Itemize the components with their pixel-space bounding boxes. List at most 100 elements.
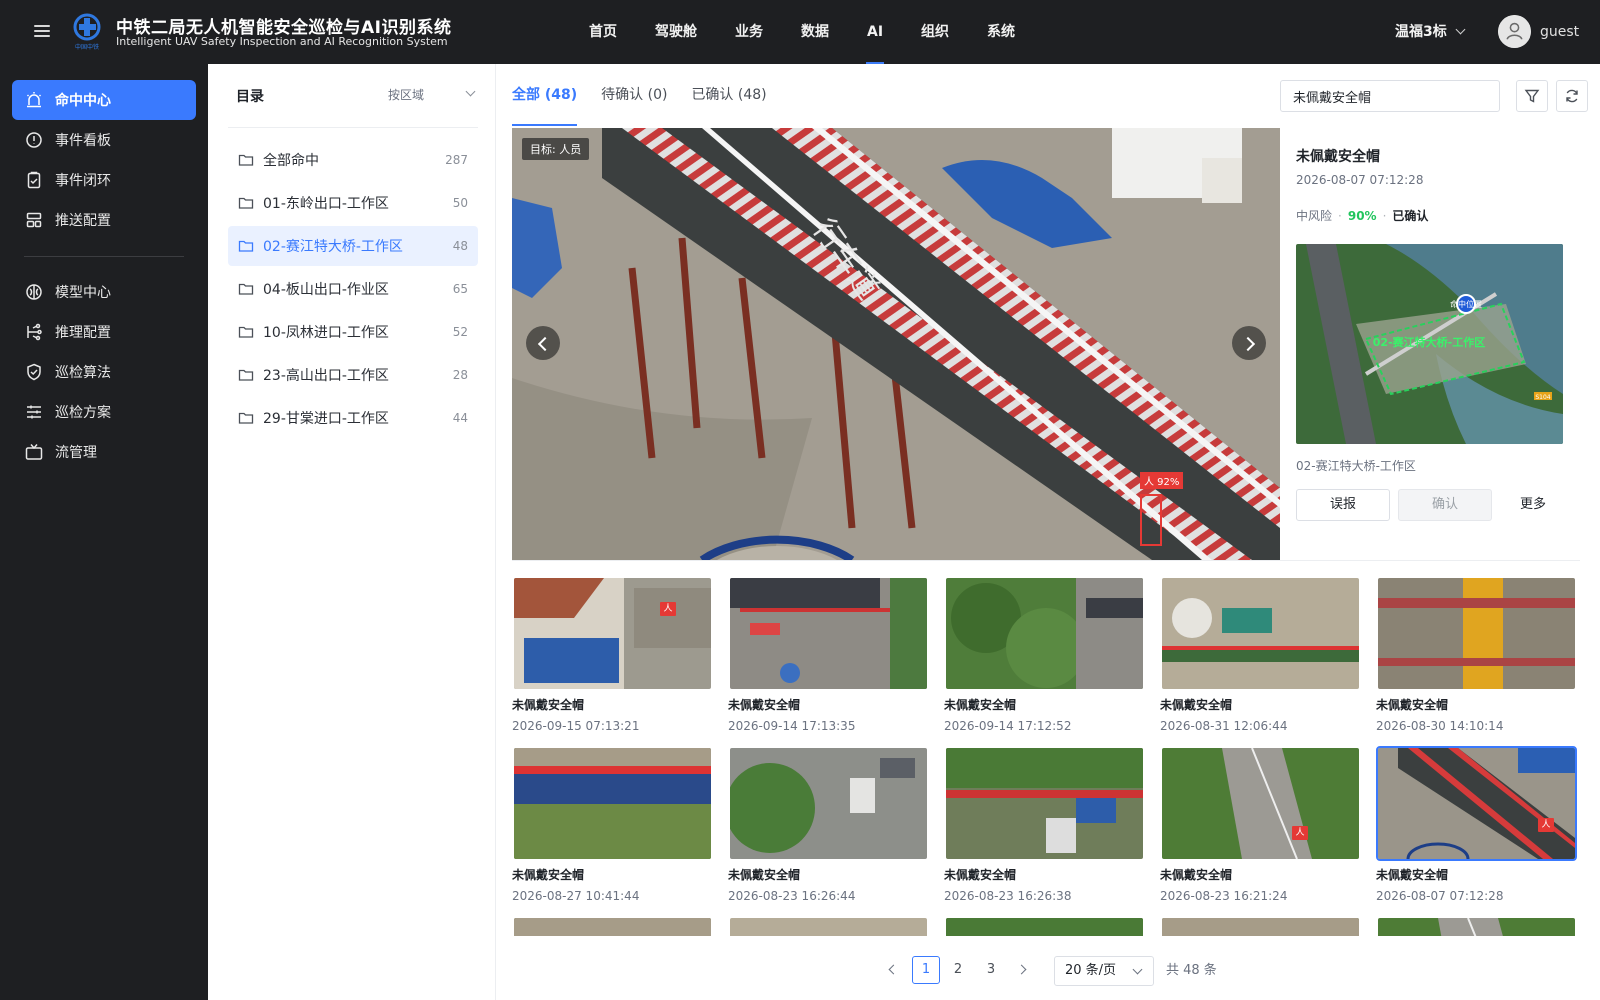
detail-title: 未佩戴安全帽 [1296,149,1380,165]
thumbnail-card[interactable]: 未佩戴安全帽 2026-08-27 10:41:44 [512,748,712,903]
thumbnail-card[interactable]: 未佩戴安全帽 2026-09-14 17:13:35 [728,578,928,733]
person-detection-icon: 人 [1538,818,1554,832]
thumbnail-image [1162,918,1359,936]
nav-cockpit[interactable]: 驾驶舱 [636,0,716,64]
thumbnail-image: 人 [1376,746,1577,861]
thumbnail-image: 人 [514,578,711,689]
directory-item[interactable]: 04-板山出口-作业区 65 [228,269,478,309]
thumbnail-time: 2026-08-07 07:12:28 [1376,889,1504,903]
next-page-icon[interactable] [1016,964,1027,975]
thumbnail-card[interactable] [944,918,1144,936]
detection-box[interactable] [1140,494,1162,546]
page-1[interactable]: 1 [912,956,940,984]
thumbnail-title: 未佩戴安全帽 [1376,698,1449,712]
thumbnail-card[interactable]: 未佩戴安全帽 2026-09-14 17:12:52 [944,578,1144,733]
more-button[interactable]: 更多 [1520,489,1546,521]
thumbnail-title: 未佩戴安全帽 [512,698,585,712]
refresh-button[interactable] [1556,80,1588,112]
thumbnail-time: 2026-08-23 16:26:44 [728,889,856,903]
page-size-select[interactable]: 20 条/页 [1054,956,1154,986]
directory-item-label: 29-甘棠进口-工作区 [263,411,389,427]
thumbnail-title: 未佩戴安全帽 [944,698,1017,712]
sidebar-item-label: 流管理 [55,445,97,461]
thumbnail-time: 2026-08-31 12:06:44 [1160,719,1288,733]
nav-data[interactable]: 数据 [782,0,848,64]
sidebar-item-model-center[interactable]: 模型中心 [12,272,196,312]
thumbnail-grid: 人未佩戴安全帽 2026-09-15 07:13:21 未佩戴安全帽 2026-09-… [512,578,1580,936]
map-marker-label: 命中位置 [1450,299,1482,309]
menu-toggle-icon[interactable] [32,22,52,42]
sidebar-item-label: 事件看板 [55,133,111,149]
next-image-button[interactable] [1232,326,1266,360]
thumbnail-title: 未佩戴安全帽 [944,868,1017,882]
nav-home[interactable]: 首页 [570,0,636,64]
sidebar-item-event-loop[interactable]: 事件闭环 [12,160,196,200]
search-input[interactable] [1280,80,1500,112]
sidebar-item-inspection-plan[interactable]: 巡检方案 [12,392,196,432]
thumbnail-card[interactable] [1376,918,1576,936]
directory-divider [228,127,478,128]
chevron-down-icon [1132,964,1143,975]
directory-item-label: 02-赛江特大桥-工作区 [263,239,403,255]
directory-item[interactable]: 10-凤林进口-工作区 52 [228,312,478,352]
thumbnail-time: 2026-08-23 16:26:38 [944,889,1072,903]
page-3[interactable]: 3 [977,956,1005,984]
thumbnail-card[interactable]: 人未佩戴安全帽 2026-09-15 07:13:21 [512,578,712,733]
user-avatar-icon[interactable] [1498,15,1531,48]
thumbnail-card[interactable]: 人未佩戴安全帽 2026-08-23 16:21:24 [1160,748,1360,903]
sidebar-item-inference-config[interactable]: 推理配置 [12,312,196,352]
refresh-icon [1566,89,1578,103]
directory-item[interactable]: 02-赛江特大桥-工作区 48 [228,226,478,266]
nav-business[interactable]: 业务 [716,0,782,64]
tab-confirmed[interactable]: 已确认 (48) [691,84,766,114]
tab-pending[interactable]: 待确认 (0) [601,84,667,114]
nav-system[interactable]: 系统 [968,0,1034,64]
nav-organization[interactable]: 组织 [902,0,968,64]
filter-button[interactable] [1516,80,1548,112]
prev-image-button[interactable] [526,326,560,360]
directory-item-label: 04-板山出口-作业区 [263,282,389,298]
directory-item-label: 01-东岭出口-工作区 [263,196,389,212]
nav-ai[interactable]: AI [848,0,902,64]
detection-label: 人 92% [1140,472,1184,489]
company-logo: 中国中铁 [73,13,101,51]
thumbnail-card[interactable]: 未佩戴安全帽 2026-08-31 12:06:44 [1160,578,1360,733]
detail-zone: 02-赛江特大桥-工作区 [1296,459,1416,473]
svg-text:中国中铁: 中国中铁 [75,43,99,51]
folder-icon [238,369,254,381]
false-report-button[interactable]: 误报 [1296,489,1390,521]
thumbnail-card[interactable] [728,918,928,936]
sidebar-item-event-board[interactable]: 事件看板 [12,120,196,160]
sidebar-item-push-config[interactable]: 推送配置 [12,200,196,240]
thumbnail-card[interactable]: 未佩戴安全帽 2026-08-23 16:26:44 [728,748,928,903]
directory-item-count: 52 [452,325,468,339]
map-zone-label: 02-赛江特大桥-工作区 [1373,335,1485,349]
sidebar-item-stream-management[interactable]: 流管理 [12,432,196,472]
thumbnail-card[interactable]: 未佩戴安全帽 2026-08-30 14:10:14 [1376,578,1576,733]
sidebar-item-inspection-algorithm[interactable]: 巡检算法 [12,352,196,392]
location-map[interactable]: 命中位置 02-赛江特大桥-工作区 S104 [1296,244,1563,444]
thumbnail-card[interactable] [1160,918,1360,936]
sidebar-item-hit-center[interactable]: 命中中心 [12,80,196,120]
thumbnail-card[interactable]: 人未佩戴安全帽 2026-08-07 07:12:28 [1376,746,1577,903]
thumbnail-card[interactable]: 未佩戴安全帽 2026-08-23 16:26:38 [944,748,1144,903]
directory-item[interactable]: 全部命中 287 [228,140,478,180]
directory-item[interactable]: 01-东岭出口-工作区 50 [228,183,478,223]
prev-page-icon[interactable] [888,964,899,975]
tab-all[interactable]: 全部 (48) [512,84,578,126]
directory-item[interactable]: 29-甘棠进口-工作区 44 [228,398,478,438]
region-filter-dropdown[interactable]: 按区域 [388,86,478,103]
folder-icon [238,412,254,424]
directory-item-count: 48 [452,239,468,253]
page-2[interactable]: 2 [944,956,972,984]
confirm-button[interactable]: 确认 [1398,489,1492,521]
directory-item[interactable]: 23-高山出口-工作区 28 [228,355,478,395]
thumbnail-card[interactable] [512,918,712,936]
project-selector[interactable]: 温福3标 [1395,0,1466,64]
username[interactable]: guest [1540,0,1579,64]
viewer-divider [512,560,1580,561]
directory-title: 目录 [236,89,264,105]
thumbnail-time: 2026-08-23 16:21:24 [1160,889,1288,903]
sidebar-item-label: 巡检方案 [55,405,111,421]
detail-meta: 中风险 · 90% · 已确认 [1296,209,1429,223]
